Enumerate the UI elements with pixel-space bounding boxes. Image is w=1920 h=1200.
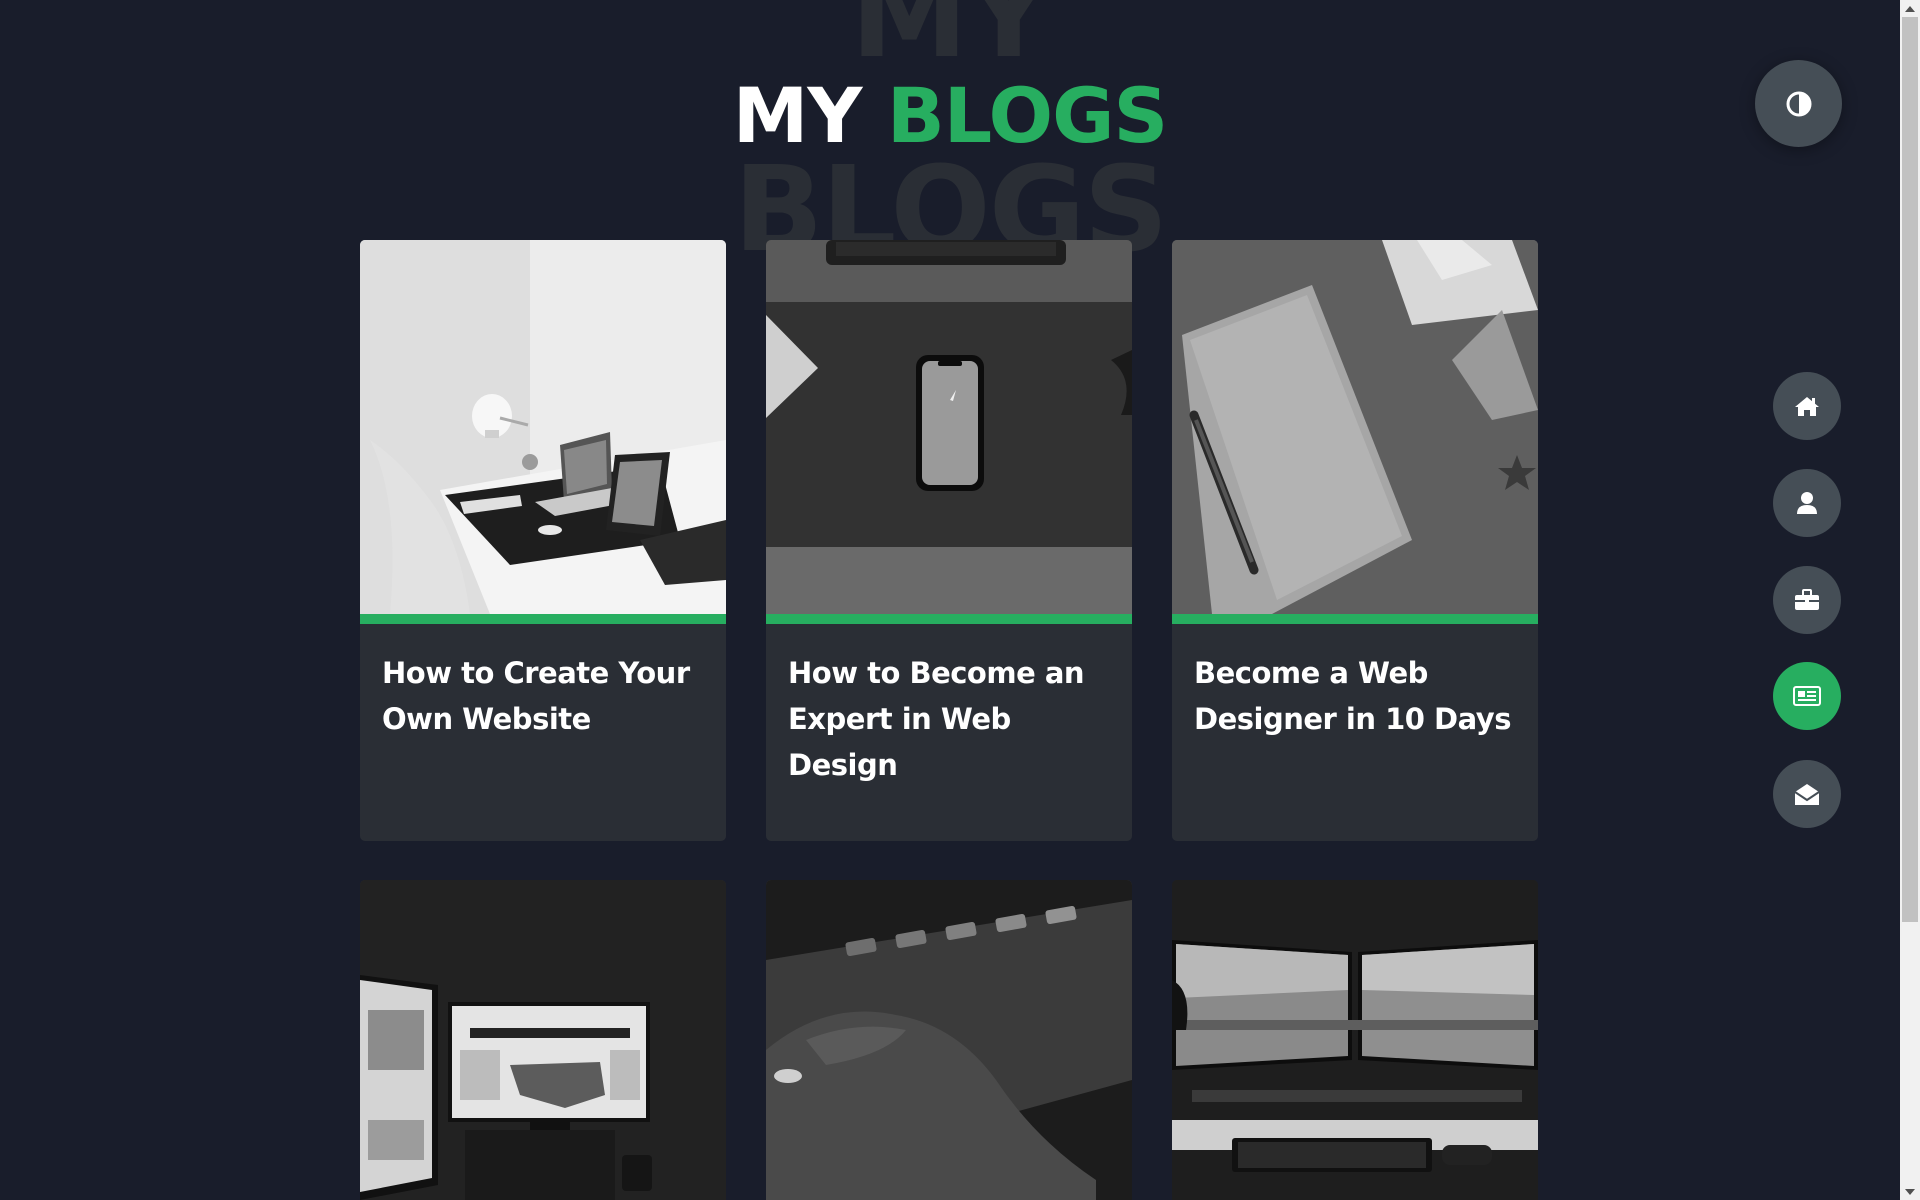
user-icon xyxy=(1796,491,1818,515)
blog-card-title[interactable]: Become a Web Designer in 10 Days xyxy=(1172,624,1538,742)
theme-toggle-button[interactable] xyxy=(1755,60,1842,147)
page-title-part1: MY xyxy=(732,71,863,160)
notebook-photo xyxy=(1172,240,1538,614)
scrollbar-thumb[interactable] xyxy=(1902,17,1918,922)
blog-card-accent-bar xyxy=(360,614,726,624)
envelope-open-icon xyxy=(1794,782,1820,806)
blog-card[interactable]: Become a Web Designer in 10 Days xyxy=(1172,240,1538,841)
monitors-photo xyxy=(360,880,726,1200)
blog-card[interactable] xyxy=(1172,880,1538,1200)
phone-desk-photo xyxy=(766,240,1132,614)
blog-image[interactable] xyxy=(360,240,726,614)
briefcase-icon xyxy=(1794,589,1820,611)
heading-bg-word-top: MY xyxy=(850,0,1052,84)
blog-card-accent-bar xyxy=(766,614,1132,624)
contrast-icon xyxy=(1785,90,1813,118)
blog-image[interactable] xyxy=(766,240,1132,614)
blog-image[interactable] xyxy=(1172,240,1538,614)
page: MY BLOGS MY BLOGS How to Create Your Own… xyxy=(0,0,1920,1200)
scrollbar[interactable] xyxy=(1900,0,1920,1200)
newspaper-icon xyxy=(1793,686,1821,706)
home-icon xyxy=(1794,395,1820,417)
page-title-part2: BLOGS xyxy=(886,71,1168,160)
blog-card[interactable] xyxy=(766,880,1132,1200)
page-title: MY BLOGS xyxy=(0,78,1900,154)
blog-card[interactable] xyxy=(360,880,726,1200)
blog-image[interactable] xyxy=(1172,880,1538,1200)
dual-monitor-photo xyxy=(1172,880,1538,1200)
nav-home-button[interactable] xyxy=(1773,372,1841,440)
scroll-down-arrow[interactable] xyxy=(1900,1183,1920,1200)
blog-image[interactable] xyxy=(360,880,726,1200)
blog-card[interactable]: How to Become an Expert in Web Design xyxy=(766,240,1132,841)
blog-card-title[interactable]: How to Create Your Own Website xyxy=(360,624,726,742)
nav-portfolio-button[interactable] xyxy=(1773,566,1841,634)
blog-card[interactable]: How to Create Your Own Website xyxy=(360,240,726,841)
section-heading: MY BLOGS MY BLOGS xyxy=(0,0,1900,268)
desk-photo xyxy=(360,240,726,614)
typing-photo xyxy=(766,880,1132,1200)
nav-contact-button[interactable] xyxy=(1773,760,1841,828)
nav-blogs-button[interactable] xyxy=(1773,662,1841,730)
blog-image[interactable] xyxy=(766,880,1132,1200)
blog-card-accent-bar xyxy=(1172,614,1538,624)
nav-about-button[interactable] xyxy=(1773,469,1841,537)
scroll-up-arrow[interactable] xyxy=(1900,0,1920,17)
blog-card-title[interactable]: How to Become an Expert in Web Design xyxy=(766,624,1132,788)
